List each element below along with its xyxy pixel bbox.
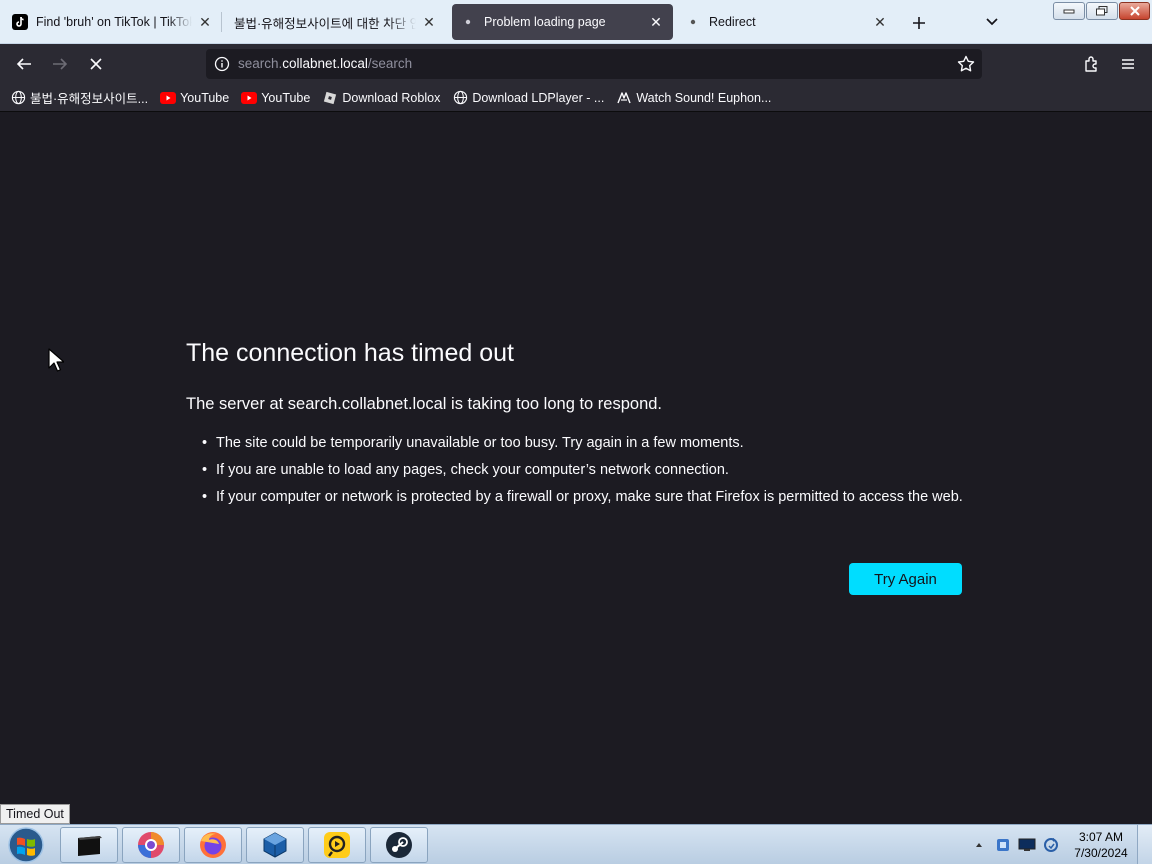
taskbar: 3:07 AM 7/30/2024	[0, 824, 1152, 864]
tab-label: 불법·유해정보사이트에 대한 차단 안내	[234, 16, 416, 31]
new-tab-button[interactable]	[908, 12, 930, 34]
firefox-icon	[200, 832, 226, 858]
window-restore-button[interactable]	[1086, 2, 1118, 20]
bookmark-item[interactable]: Watch Sound! Euphon...	[616, 90, 771, 106]
clock-date: 7/30/2024	[1074, 846, 1128, 860]
taskbar-app-virtualbox[interactable]	[246, 827, 304, 863]
tab-strip: Find 'bruh' on TikTok | TikTok Search ✕ …	[0, 0, 1152, 44]
globe-icon	[452, 90, 468, 106]
youtube-icon	[241, 90, 258, 106]
minimize-icon	[1063, 9, 1075, 14]
system-tray	[970, 831, 1066, 859]
try-again-button[interactable]: Try Again	[849, 563, 962, 595]
taskbar-app-terminal[interactable]	[60, 827, 118, 863]
stop-button[interactable]	[84, 52, 108, 76]
url-bar[interactable]: search.collabnet.local/search	[206, 49, 982, 79]
bookmark-item[interactable]: YouTube	[160, 90, 229, 106]
url-path: /search	[367, 56, 413, 71]
start-button[interactable]	[4, 826, 48, 864]
taskbar-app-browser[interactable]	[122, 827, 180, 863]
terminal-icon	[78, 836, 102, 856]
info-icon[interactable]	[214, 56, 230, 72]
tab-problem-loading[interactable]: Problem loading page ✕	[452, 4, 673, 40]
bookmarks-toolbar: 불법·유해정보사이트... YouTube YouTube Download R…	[0, 84, 1152, 112]
status-panel: Timed Out	[0, 804, 70, 824]
taskbar-clock[interactable]: 3:07 AM 7/30/2024	[1068, 829, 1134, 861]
show-desktop-button[interactable]	[1137, 825, 1152, 864]
list-item: If you are unable to load any pages, che…	[202, 460, 976, 480]
back-arrow-icon	[16, 58, 31, 70]
bookmark-item[interactable]: 불법·유해정보사이트...	[10, 88, 148, 107]
bookmark-item[interactable]: Download LDPlayer - ...	[452, 90, 604, 106]
error-suggestions: The site could be temporarily unavailabl…	[202, 433, 976, 514]
tiktok-icon	[12, 14, 28, 30]
tray-expand-icon[interactable]	[970, 836, 988, 854]
close-icon[interactable]: ✕	[871, 13, 889, 31]
tab-label: Problem loading page	[484, 15, 606, 29]
youtube-icon	[160, 90, 177, 106]
error-page: The connection has timed out The server …	[0, 113, 1152, 824]
virtualbox-icon	[263, 832, 287, 858]
ldplayer-icon	[324, 832, 350, 858]
back-button[interactable]	[12, 52, 36, 76]
bookmark-label: YouTube	[261, 90, 311, 105]
plus-icon	[913, 17, 925, 29]
navigation-toolbar: search.collabnet.local/search	[0, 44, 1152, 84]
close-icon[interactable]: ✕	[420, 13, 438, 31]
url-prefix: search.	[238, 56, 283, 71]
bookmark-star-icon[interactable]	[956, 54, 976, 74]
list-all-tabs-button[interactable]	[982, 12, 1002, 32]
bookmark-label: Download LDPlayer - ...	[472, 90, 605, 105]
window-minimize-button[interactable]	[1053, 2, 1085, 20]
app-menu-button[interactable]	[1116, 52, 1140, 76]
hamburger-menu-icon	[1122, 59, 1134, 69]
bookmark-item[interactable]: Download Roblox	[322, 90, 440, 106]
tray-app-icon[interactable]	[994, 836, 1012, 854]
tab-label: Redirect	[709, 15, 756, 29]
sync-icon[interactable]	[1042, 836, 1060, 854]
taskbar-app-firefox[interactable]	[184, 827, 242, 863]
chevron-down-icon	[986, 18, 998, 26]
list-item: If your computer or network is protected…	[202, 487, 976, 507]
bookmark-item[interactable]: YouTube	[241, 90, 310, 106]
stop-icon	[90, 58, 102, 70]
url-host: collabnet.local	[282, 56, 368, 71]
windows-start-icon	[8, 827, 44, 863]
list-item: The site could be temporarily unavailabl…	[202, 433, 976, 453]
restore-icon	[1096, 6, 1108, 16]
url-text[interactable]: search.collabnet.local/search	[238, 56, 412, 71]
window-close-button[interactable]	[1119, 2, 1150, 20]
mouse-cursor-icon	[48, 348, 64, 372]
close-icon[interactable]: ✕	[647, 13, 665, 31]
extensions-button[interactable]	[1080, 52, 1104, 76]
error-title: The connection has timed out	[186, 339, 514, 367]
forward-arrow-icon	[53, 58, 68, 70]
tab-label: Find 'bruh' on TikTok | TikTok Search	[36, 15, 192, 29]
chrome-like-icon	[138, 832, 164, 858]
status-text: Timed Out	[6, 807, 64, 821]
taskbar-app-ldplayer[interactable]	[308, 827, 366, 863]
puzzle-icon	[1085, 56, 1097, 72]
page-icon	[460, 14, 476, 30]
tab-redirect[interactable]: Redirect ✕	[677, 4, 897, 40]
steam-icon	[386, 832, 412, 858]
tab-block-notice[interactable]: 불법·유해정보사이트에 대한 차단 안내 ✕	[226, 4, 446, 40]
network-icon[interactable]	[1018, 836, 1036, 854]
roblox-icon	[322, 90, 338, 106]
bookmark-label: YouTube	[180, 90, 230, 105]
taskbar-app-steam[interactable]	[370, 827, 428, 863]
error-description: The server at search.collabnet.local is …	[186, 395, 663, 413]
globe-icon	[10, 90, 26, 106]
close-icon	[1129, 6, 1140, 16]
forward-button[interactable]	[48, 52, 72, 76]
tab-tiktok[interactable]: Find 'bruh' on TikTok | TikTok Search ✕	[4, 4, 222, 40]
close-icon[interactable]: ✕	[196, 13, 214, 31]
bookmark-label: 불법·유해정보사이트...	[30, 92, 149, 106]
bookmark-label: Download Roblox	[342, 90, 441, 105]
bookmark-label: Watch Sound! Euphon...	[636, 90, 772, 105]
clock-time: 3:07 AM	[1078, 830, 1124, 844]
anime-icon	[616, 90, 632, 106]
page-icon	[685, 14, 701, 30]
